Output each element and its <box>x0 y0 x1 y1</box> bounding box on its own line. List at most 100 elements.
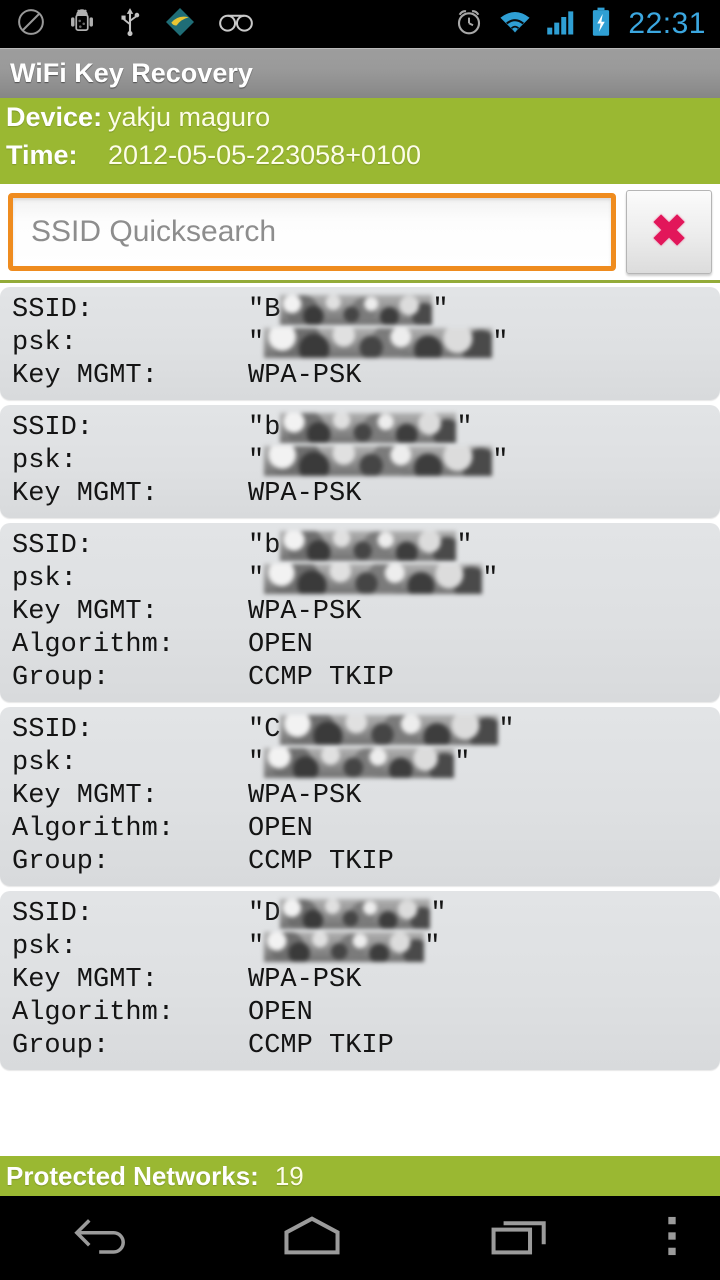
battery-charging-icon <box>590 7 612 42</box>
keymgmt-label: Key MGMT: <box>12 360 158 391</box>
ssid-redacted-blur <box>280 530 457 561</box>
psk-value: " " <box>248 747 470 778</box>
status-bar-clock: 22:31 <box>628 7 706 40</box>
keymgmt-value: WPA-PSK <box>248 780 362 811</box>
app-notification-icon <box>164 6 196 43</box>
ssid-label: SSID: <box>12 412 94 443</box>
opening-quote: " <box>248 563 265 594</box>
device-label: Device: <box>6 102 103 132</box>
keymgmt-label: Key MGMT: <box>12 478 158 509</box>
closing-quote: " <box>482 563 499 594</box>
keymgmt-value: WPA-PSK <box>248 360 362 391</box>
keymgmt-row: Key MGMT: WPA-PSK <box>0 963 720 996</box>
group-label: Group: <box>12 662 110 693</box>
ssid-row: SSID: " B " <box>0 293 720 326</box>
usb-icon <box>118 7 142 42</box>
protected-networks-label: Protected Networks: <box>6 1160 259 1191</box>
algorithm-label: Algorithm: <box>12 997 175 1028</box>
closing-quote: " <box>492 327 509 358</box>
cell-signal-icon <box>546 8 576 41</box>
android-debug-icon <box>68 7 96 42</box>
ssid-label: SSID: <box>12 714 94 745</box>
network-list-item[interactable]: SSID: " b " psk: " " Key MGMT: WPA-PSK Algorithm:… <box>0 523 720 702</box>
psk-value: " " <box>248 445 509 476</box>
algorithm-row: Algorithm: OPEN <box>0 628 720 661</box>
keymgmt-value: WPA-PSK <box>248 964 362 995</box>
algorithm-value: OPEN <box>248 629 313 660</box>
ssid-row: SSID: " C " <box>0 713 720 746</box>
algorithm-value: OPEN <box>248 813 313 844</box>
keymgmt-row: Key MGMT: WPA-PSK <box>0 779 720 812</box>
ssid-redacted-blur <box>280 294 433 325</box>
status-bar-left-icons <box>16 6 276 43</box>
overflow-menu-button[interactable] <box>624 1214 720 1263</box>
opening-quote: " <box>248 445 265 476</box>
group-label: Group: <box>12 1030 110 1061</box>
ssid-row: SSID: " b " <box>0 529 720 562</box>
close-icon: ✖ <box>650 207 688 256</box>
algorithm-value: OPEN <box>248 997 313 1028</box>
ssid-label: SSID: <box>12 898 94 929</box>
no-sim-icon <box>16 7 46 42</box>
closing-quote: " <box>492 445 509 476</box>
psk-value: " " <box>248 327 509 358</box>
opening-quote: " <box>248 931 265 962</box>
ssid-value: " b " <box>248 530 473 561</box>
ssid-label: SSID: <box>12 530 94 561</box>
network-list-item[interactable]: SSID: " B " psk: " " Key MGMT: WPA-PSK <box>0 287 720 400</box>
keymgmt-row: Key MGMT: WPA-PSK <box>0 595 720 628</box>
voicemail-icon <box>218 9 254 40</box>
psk-row: psk: " " <box>0 562 720 595</box>
opening-quote: " <box>248 714 265 745</box>
ssid-redacted-blur <box>280 412 457 443</box>
psk-label: psk: <box>12 931 77 962</box>
opening-quote: " <box>248 530 265 561</box>
system-navigation-bar <box>0 1196 720 1280</box>
network-list[interactable]: SSID: " B " psk: " " Key MGMT: WPA-PSK SSID: " b " ps… <box>0 287 720 1156</box>
home-icon <box>281 1213 343 1264</box>
group-row: Group: CCMP TKIP <box>0 845 720 878</box>
closing-quote: " <box>498 714 515 745</box>
psk-row: psk: " " <box>0 746 720 779</box>
clear-search-button[interactable]: ✖ <box>626 190 712 274</box>
phone-screen: 22:31 WiFi Key Recovery Device: yakju ma… <box>0 0 720 1280</box>
psk-redacted-blur <box>264 931 425 962</box>
opening-quote: " <box>248 747 265 778</box>
ssid-value: " B " <box>248 294 449 325</box>
psk-label: psk: <box>12 445 77 476</box>
network-list-item[interactable]: SSID: " D " psk: " " Key MGMT: WPA-PSK Algorithm:… <box>0 891 720 1070</box>
recents-button[interactable] <box>416 1213 624 1264</box>
group-value: CCMP TKIP <box>248 1030 394 1061</box>
keymgmt-label: Key MGMT: <box>12 964 158 995</box>
status-bar-right-icons: 22:31 <box>440 7 706 42</box>
network-list-item[interactable]: SSID: " b " psk: " " Key MGMT: WPA-PSK <box>0 405 720 518</box>
psk-label: psk: <box>12 747 77 778</box>
closing-quote: " <box>432 294 449 325</box>
group-row: Group: CCMP TKIP <box>0 661 720 694</box>
search-placeholder: SSID Quicksearch <box>31 215 277 248</box>
ssid-row: SSID: " b " <box>0 411 720 444</box>
device-value: yakju maguro <box>108 102 271 132</box>
time-value: 2012-05-05-223058+0100 <box>108 140 422 170</box>
status-bar: 22:31 <box>0 0 720 48</box>
device-info-bar: Device: yakju maguro Time: 2012-05-05-22… <box>0 98 720 184</box>
recents-icon <box>489 1213 551 1264</box>
back-button[interactable] <box>0 1213 208 1264</box>
app-title: WiFi Key Recovery <box>10 58 253 88</box>
psk-row: psk: " " <box>0 326 720 359</box>
algorithm-row: Algorithm: OPEN <box>0 812 720 845</box>
app-title-bar: WiFi Key Recovery <box>0 48 720 98</box>
time-row: Time: 2012-05-05-223058+0100 <box>0 140 720 178</box>
algorithm-label: Algorithm: <box>12 629 175 660</box>
footer-bar: Protected Networks: 19 <box>0 1156 720 1196</box>
keymgmt-label: Key MGMT: <box>12 780 158 811</box>
home-button[interactable] <box>208 1213 416 1264</box>
psk-value: " " <box>248 563 499 594</box>
search-input[interactable]: SSID Quicksearch <box>8 193 616 271</box>
closing-quote: " <box>456 530 473 561</box>
network-list-item[interactable]: SSID: " C " psk: " " Key MGMT: WPA-PSK Algorithm:… <box>0 707 720 886</box>
algorithm-row: Algorithm: OPEN <box>0 996 720 1029</box>
closing-quote: " <box>430 898 447 929</box>
back-arrow-icon <box>72 1213 136 1264</box>
ssid-redacted-blur <box>280 898 431 929</box>
